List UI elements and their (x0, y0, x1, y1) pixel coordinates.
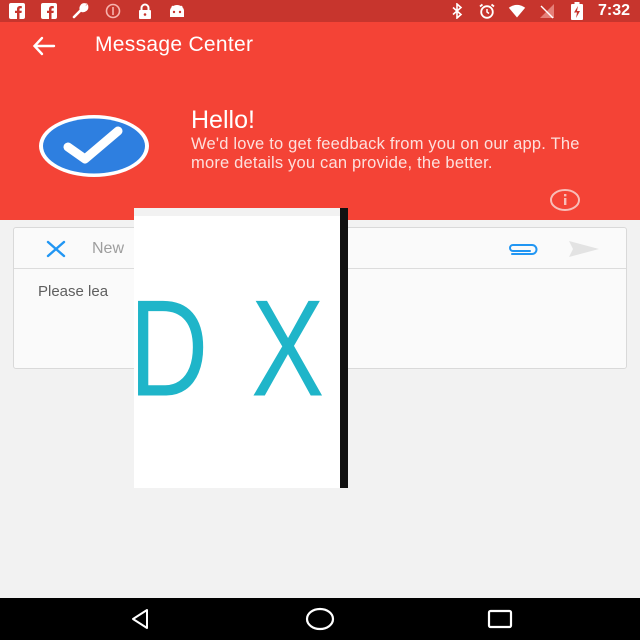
back-triangle-icon (132, 609, 148, 629)
greeting-body: We'd love to get feedback from you on ou… (191, 135, 580, 172)
facebook-icon (40, 3, 58, 19)
nav-recents-button[interactable] (480, 606, 520, 632)
composer-title: New (92, 240, 125, 257)
no-signal-icon (538, 3, 556, 19)
overlay-letters: D X (134, 272, 330, 425)
wrench-icon (72, 3, 90, 19)
info-button[interactable] (549, 188, 581, 212)
info-icon (550, 189, 580, 211)
lock-icon (136, 3, 154, 19)
checkmark-icon (39, 115, 149, 177)
navigation-bar (0, 598, 640, 640)
status-right-icons: 7:32 (448, 2, 630, 20)
home-circle-icon (305, 607, 335, 631)
overlay-image: D X (134, 208, 348, 488)
send-button[interactable] (567, 239, 601, 259)
status-left-icons (8, 3, 186, 19)
back-button[interactable] (26, 32, 62, 60)
screen: 7:32 Message Center Hello! We'd love to … (0, 0, 640, 640)
send-icon (569, 241, 599, 257)
app-bar: Message Center Hello! We'd love to get f… (0, 22, 640, 220)
close-icon (46, 240, 66, 258)
nav-back-button[interactable] (120, 606, 160, 632)
message-body-field[interactable]: Please lea (38, 283, 108, 300)
paperclip-icon (509, 244, 538, 255)
arrow-back-icon (32, 36, 56, 56)
status-bar: 7:32 (0, 0, 640, 22)
overlay-edge-bar (340, 208, 348, 488)
status-time: 7:32 (597, 2, 630, 19)
greeting-heading: Hello! (191, 106, 255, 134)
overlay-text-glyphs: D X (134, 272, 330, 425)
attach-button[interactable] (506, 241, 540, 257)
check-badge (38, 114, 150, 178)
android-icon (168, 3, 186, 19)
blocked-icon (104, 3, 122, 19)
page-title: Message Center (95, 33, 254, 56)
facebook-icon (8, 3, 26, 19)
close-button[interactable] (44, 239, 68, 259)
recents-square-icon (487, 609, 513, 629)
bluetooth-icon (448, 3, 466, 19)
battery-charging-icon (568, 2, 586, 20)
nav-home-button[interactable] (300, 606, 340, 632)
alarm-icon (478, 3, 496, 19)
wifi-icon (508, 3, 526, 19)
